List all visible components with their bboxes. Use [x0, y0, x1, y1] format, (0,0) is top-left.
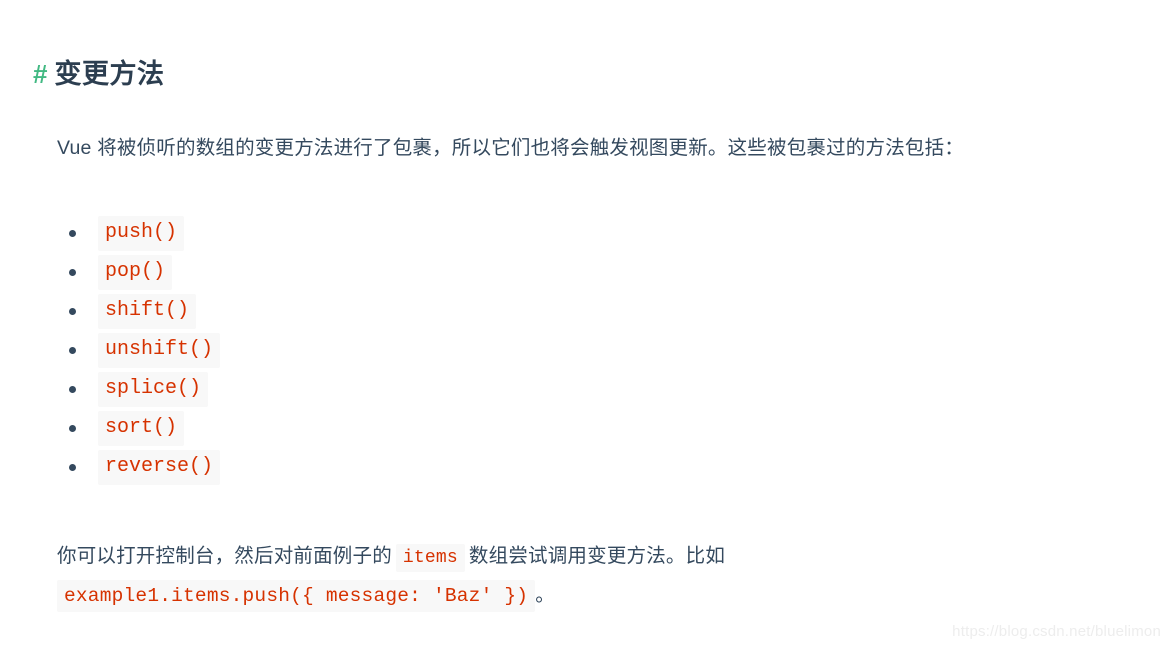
method-code: sort()	[98, 411, 185, 446]
bullet-icon	[69, 386, 76, 393]
heading-anchor-icon[interactable]: #	[33, 61, 47, 87]
list-item: unshift()	[62, 331, 221, 370]
mutation-methods-list: push() pop() shift() unshift() splice() …	[62, 214, 221, 487]
method-code: splice()	[98, 372, 209, 407]
method-code: reverse()	[98, 450, 221, 485]
method-code: push()	[98, 216, 185, 251]
intro-paragraph: Vue 将被侦听的数组的变更方法进行了包裹，所以它们也将会触发视图更新。这些被包…	[57, 136, 964, 159]
bullet-icon	[69, 425, 76, 432]
bullet-icon	[69, 464, 76, 471]
method-code: shift()	[98, 294, 197, 329]
page-title: # 变更方法	[33, 61, 164, 88]
list-item: splice()	[62, 370, 220, 409]
bullet-icon	[69, 230, 76, 237]
list-item: sort()	[62, 409, 220, 448]
bullet-icon	[69, 347, 76, 354]
outro-paragraph: 你可以打开控制台，然后对前面例子的 items 数组尝试调用变更方法。比如 examp…	[57, 538, 1117, 615]
heading-label: 变更方法	[54, 59, 165, 90]
outro-text-part3: 。	[535, 583, 555, 606]
method-code: pop()	[98, 255, 173, 290]
list-item: push()	[62, 214, 220, 253]
outro-text-part1: 你可以打开控制台，然后对前面例子的	[57, 544, 392, 567]
list-item: reverse()	[62, 448, 221, 487]
bullet-icon	[69, 308, 76, 315]
watermark: https://blog.csdn.net/bluelimon	[952, 623, 1161, 640]
inline-code-items: items	[395, 543, 465, 572]
bullet-icon	[69, 269, 76, 276]
list-item: shift()	[62, 292, 220, 331]
method-code: unshift()	[98, 333, 221, 368]
list-item: pop()	[62, 253, 220, 292]
outro-text-part2: 数组尝试调用变更方法。比如	[468, 544, 726, 567]
inline-code-example: example1.items.push({ message: 'Baz' })	[57, 579, 536, 612]
document-page: # 变更方法 Vue 将被侦听的数组的变更方法进行了包裹，所以它们也将会触发视图…	[0, 0, 1169, 646]
